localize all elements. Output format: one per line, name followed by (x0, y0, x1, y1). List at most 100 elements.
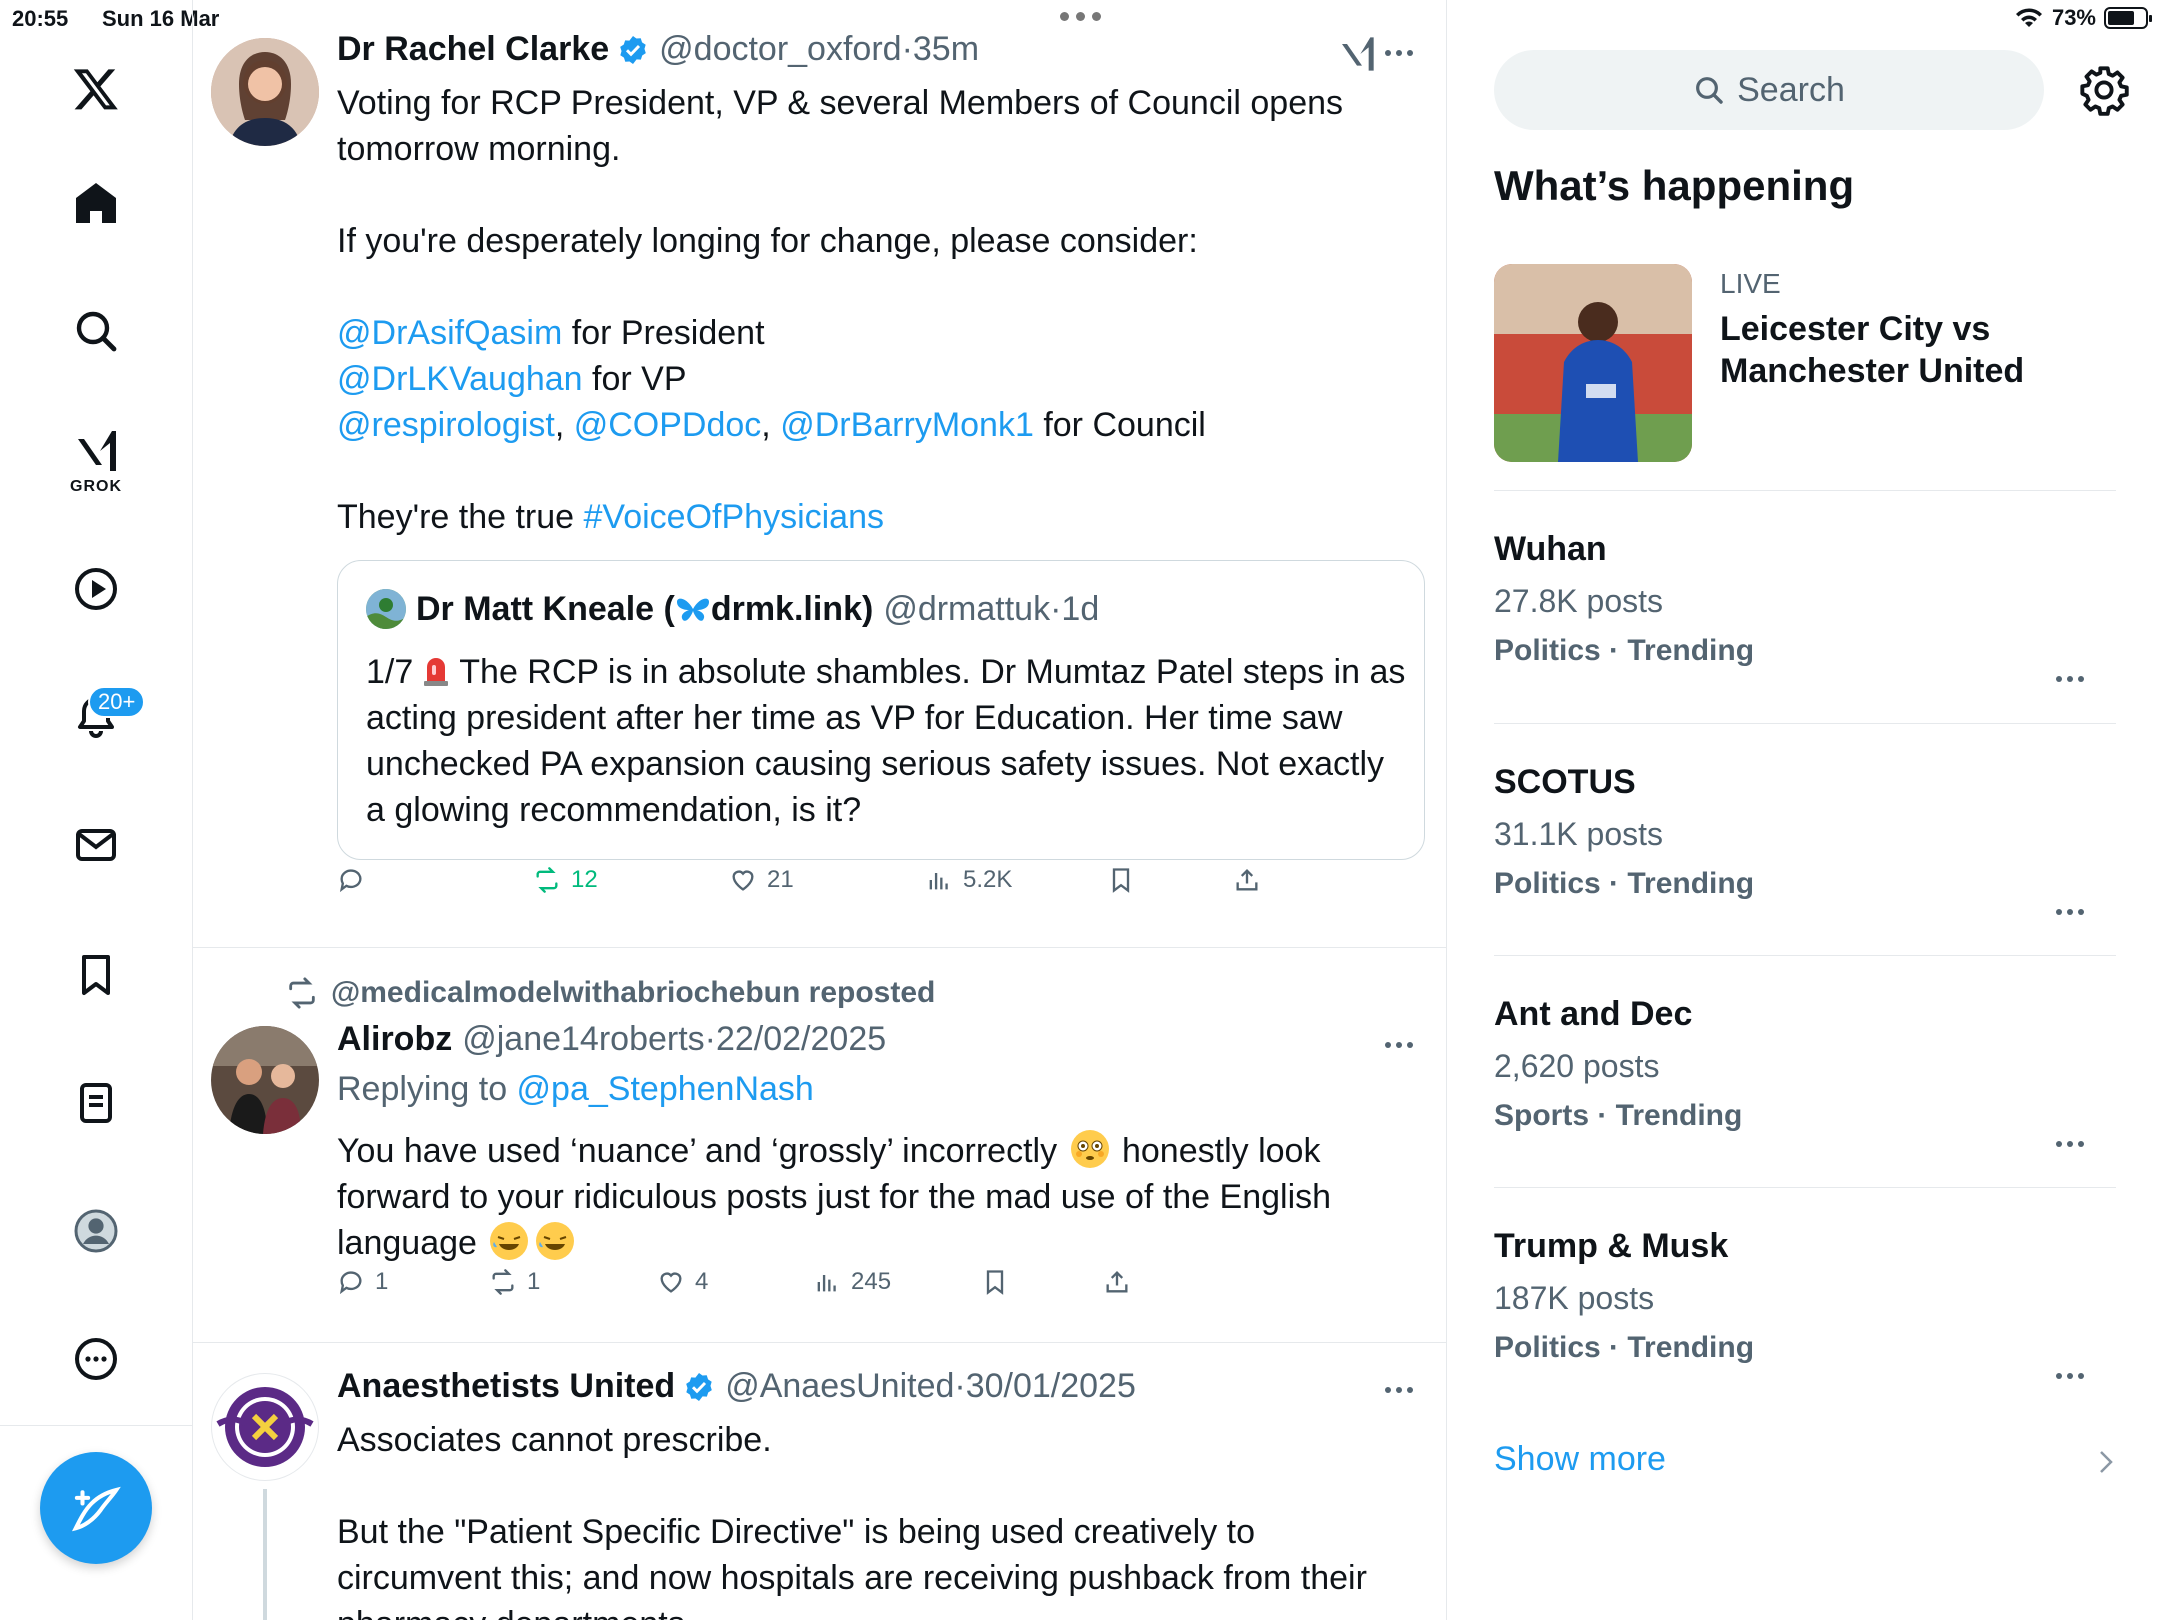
trend-item[interactable]: SCOTUS 31.1K posts Politics · Trending (1494, 763, 2116, 933)
search-placeholder: Search (1737, 70, 1845, 109)
reply-icon (339, 869, 362, 893)
trend-category: Politics · Trending (1494, 1331, 1755, 1364)
post-text: Associates cannot prescribe. But the "Pa… (337, 1421, 1367, 1620)
more-options-icon[interactable] (2056, 909, 2096, 915)
messages-envelope-icon[interactable] (65, 814, 127, 876)
show-more-link[interactable]: Show more (1494, 1440, 1666, 1479)
repost-icon (492, 1269, 514, 1295)
post-time: ·22/02/2025 (704, 1020, 887, 1058)
more-options-icon[interactable] (2056, 1141, 2096, 1147)
author-handle[interactable]: @AnaesUnited (725, 1367, 954, 1406)
home-icon[interactable] (65, 172, 127, 234)
x-logo-icon[interactable] (65, 58, 127, 120)
repost-button[interactable]: 1 (489, 1268, 540, 1296)
butterfly-icon (676, 598, 709, 621)
hashtag-link[interactable]: #VoiceOfPhysicians (584, 498, 885, 536)
quoted-author-avatar (366, 589, 406, 629)
video-play-icon[interactable] (65, 558, 127, 620)
verified-badge-icon (686, 1372, 712, 1401)
avatar[interactable] (211, 1373, 319, 1481)
right-sidebar: Search What’s happening LIVE Leicester C… (1448, 0, 2160, 1620)
tweet[interactable]: Anaesthetists United @AnaesUnited ·30/01… (193, 1343, 1446, 1620)
trend-post-count: 2,620 posts (1494, 1048, 1660, 1084)
trend-post-count: 187K posts (1494, 1280, 1655, 1316)
mention-link[interactable]: @DrLKVaughan (337, 360, 583, 398)
timeline: Dr Rachel Clarke @doctor_oxford ·35m Vot… (193, 0, 1447, 1620)
share-icon (1236, 869, 1258, 891)
grok-icon[interactable] (65, 420, 127, 482)
verified-badge-icon (620, 35, 646, 64)
trend-name: SCOTUS (1494, 763, 1636, 801)
more-options-icon[interactable] (2056, 1373, 2096, 1379)
chevron-right-icon[interactable] (2094, 1446, 2118, 1478)
more-options-icon[interactable] (65, 1328, 127, 1390)
share-button[interactable] (1233, 866, 1261, 894)
post-time: ·35m (901, 30, 980, 68)
author-handle[interactable]: @doctor_oxford (659, 30, 901, 69)
profile-avatar-icon[interactable] (65, 1200, 127, 1262)
search-icon[interactable] (65, 300, 127, 362)
tweet[interactable]: Dr Rachel Clarke @doctor_oxford ·35m Vot… (193, 0, 1446, 948)
siren-emoji-icon (424, 658, 449, 686)
author-name[interactable]: Dr Rachel Clarke (337, 30, 609, 69)
author-name[interactable]: Anaesthetists United (337, 1367, 675, 1406)
trend-name: Trump & Musk (1494, 1227, 1729, 1265)
more-options-icon[interactable] (1385, 1042, 1425, 1048)
quoted-post[interactable]: Dr Matt Kneale ( drmk.link) @drmattuk ·1… (337, 560, 1425, 860)
left-nav: GROK 20+ (0, 0, 193, 1620)
mention-link[interactable]: @DrBarryMonk1 (780, 406, 1034, 444)
more-options-icon[interactable] (1385, 1387, 1425, 1393)
compose-post-button[interactable] (40, 1452, 152, 1564)
more-options-icon[interactable] (2056, 676, 2096, 682)
bookmarks-icon[interactable] (65, 944, 127, 1006)
quoted-author-handle[interactable]: @drmattuk (883, 590, 1050, 629)
post-time: ·30/01/2025 (954, 1367, 1136, 1405)
reposted-by[interactable]: @medicalmodelwithabriochebun reposted (285, 976, 935, 1010)
mention-link[interactable]: @respirologist (337, 406, 555, 444)
like-button[interactable]: 21 (729, 866, 794, 894)
heart-icon (732, 870, 754, 891)
trend-item[interactable]: Wuhan 27.8K posts Politics · Trending (1494, 530, 2116, 700)
reply-button[interactable] (337, 866, 375, 894)
repost-icon (536, 867, 558, 893)
trend-item[interactable]: Trump & Musk 187K posts Politics · Trend… (1494, 1227, 2116, 1397)
avatar[interactable] (211, 38, 319, 146)
views-chart-icon (817, 1275, 836, 1292)
post-text: Voting for RCP President, VP & several M… (337, 84, 1344, 536)
reply-icon (339, 1271, 362, 1295)
search-input[interactable]: Search (1494, 50, 2044, 130)
bookmark-button[interactable] (1107, 866, 1135, 894)
views-button[interactable]: 245 (813, 1268, 891, 1296)
author-handle[interactable]: @jane14roberts (462, 1020, 704, 1059)
trend-item[interactable]: Ant and Dec 2,620 posts Sports · Trendin… (1494, 995, 2116, 1165)
more-options-icon[interactable] (1385, 50, 1425, 56)
like-button[interactable]: 4 (657, 1268, 708, 1296)
live-label: LIVE (1720, 268, 1781, 299)
quoted-author-name-prefix[interactable]: Dr Matt Kneale ( (416, 590, 675, 629)
share-button[interactable] (1103, 1268, 1131, 1296)
trend-category: Politics · Trending (1494, 867, 1755, 900)
grok-explain-icon[interactable] (1337, 34, 1377, 74)
mention-link[interactable]: @pa_StephenNash (517, 1070, 814, 1108)
mention-link[interactable]: @COPDdoc (574, 406, 762, 444)
nav-divider (0, 1425, 193, 1426)
tweet[interactable]: @medicalmodelwithabriochebun reposted Al… (193, 948, 1446, 1343)
laughing-emoji-icon (490, 1222, 529, 1260)
bookmark-icon (1112, 868, 1130, 893)
quoted-author-name-suffix[interactable]: drmk.link) (711, 590, 873, 629)
views-button[interactable]: 5.2K (925, 866, 1012, 894)
lists-icon[interactable] (65, 1072, 127, 1134)
mention-link[interactable]: @DrAsifQasim (337, 314, 562, 352)
settings-gear-icon[interactable] (2078, 64, 2130, 116)
avatar[interactable] (211, 1026, 319, 1134)
post-text: You have used ‘nuance’ and ‘grossly’ inc… (337, 1130, 1332, 1262)
repost-button[interactable]: 12 (533, 866, 598, 894)
author-name[interactable]: Alirobz (337, 1020, 452, 1059)
search-icon (1696, 77, 1723, 104)
trend-name: Ant and Dec (1494, 995, 1693, 1033)
views-chart-icon (929, 873, 948, 890)
bookmark-button[interactable] (981, 1268, 1009, 1296)
reply-button[interactable]: 1 (337, 1268, 388, 1296)
live-event-thumbnail[interactable] (1494, 264, 1692, 462)
live-event-title[interactable]: Leicester City vs Manchester United (1720, 308, 2100, 392)
